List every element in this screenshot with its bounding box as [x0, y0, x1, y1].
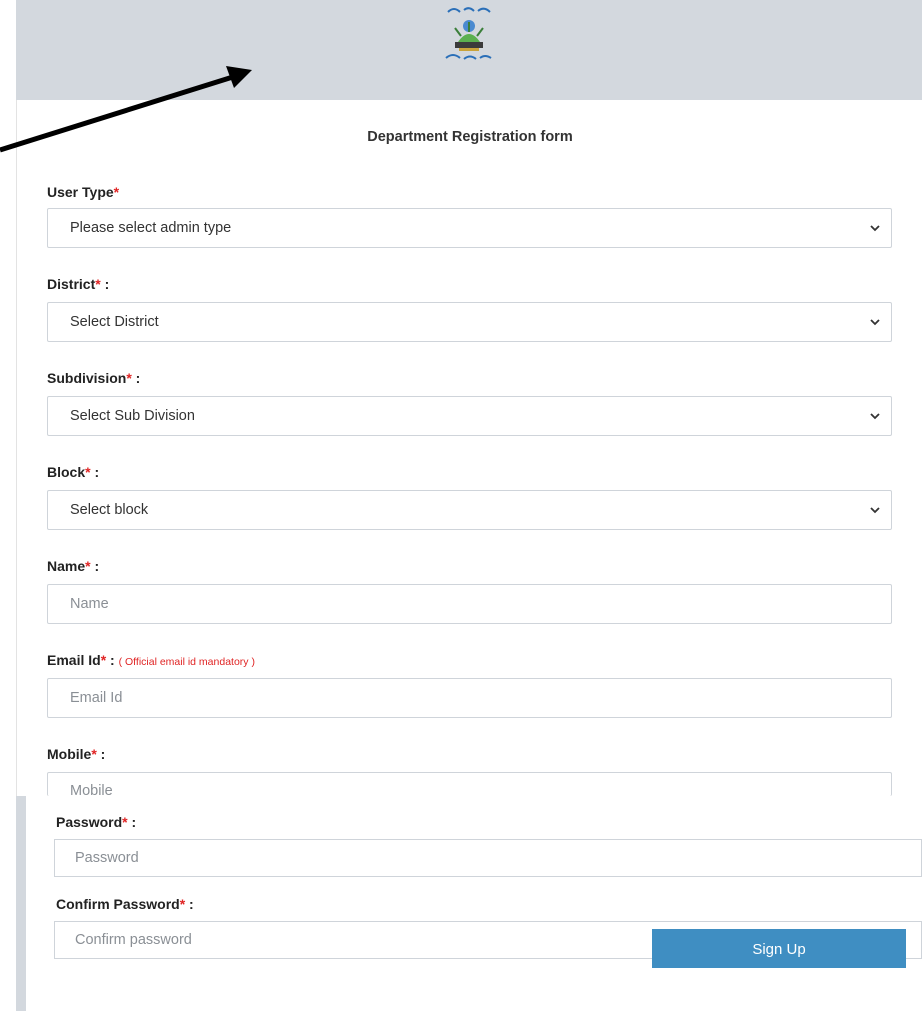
mobile-label: Mobile* : [47, 746, 105, 762]
chevron-down-icon [870, 225, 880, 232]
mobile-input-placeholder: Mobile [70, 783, 113, 796]
email-label: Email Id* : ( Official email id mandator… [47, 652, 255, 668]
block-label: Block* : [47, 464, 99, 480]
label-colon: : [185, 896, 194, 912]
district-select-value: Select District [70, 314, 159, 330]
confirm-password-label-text: Confirm Password [56, 896, 180, 912]
user-type-select[interactable]: Please select admin type [47, 208, 892, 248]
password-label-text: Password [56, 814, 123, 830]
password-input-placeholder: Password [75, 850, 139, 866]
name-input-placeholder: Name [70, 596, 109, 612]
confirm-password-input-placeholder: Confirm password [75, 932, 192, 948]
email-input-placeholder: Email Id [70, 690, 123, 706]
password-input[interactable]: Password [54, 839, 922, 877]
side-strip [16, 796, 26, 1011]
label-colon: : [90, 464, 100, 480]
required-mark: * [113, 184, 120, 200]
block-label-text: Block [47, 464, 86, 480]
sign-up-button[interactable]: Sign Up [652, 929, 906, 968]
label-colon: : [96, 746, 106, 762]
name-label-text: Name [47, 558, 86, 574]
user-type-select-value: Please select admin type [70, 220, 232, 236]
email-input[interactable]: Email Id [47, 678, 892, 718]
district-label-text: District [47, 276, 96, 292]
label-colon: : [127, 814, 137, 830]
name-label: Name* : [47, 558, 99, 574]
subdivision-select[interactable]: Select Sub Division [47, 396, 892, 436]
user-type-label-text: User Type [47, 184, 114, 200]
label-colon: : [100, 276, 110, 292]
emblem-logo [445, 7, 492, 60]
chevron-down-icon [870, 507, 880, 514]
email-label-text: Email Id [47, 652, 101, 668]
password-label: Password* : [56, 814, 136, 830]
user-type-label: User Type* [47, 184, 119, 200]
chevron-down-icon [870, 319, 880, 326]
subdivision-label-text: Subdivision [47, 370, 127, 386]
label-colon: : [131, 370, 141, 386]
lower-form-section: Password* : Password Confirm Password* :… [16, 796, 922, 1011]
mobile-label-text: Mobile [47, 746, 92, 762]
mobile-input[interactable]: Mobile [47, 772, 892, 796]
label-colon: : [106, 652, 115, 668]
subdivision-select-value: Select Sub Division [70, 408, 195, 424]
email-mandatory-note: ( Official email id mandatory ) [118, 656, 255, 668]
name-input[interactable]: Name [47, 584, 892, 624]
district-select[interactable]: Select District [47, 302, 892, 342]
block-select[interactable]: Select block [47, 490, 892, 530]
chevron-down-icon [870, 413, 880, 420]
registration-form-panel: Department Registration form User Type* … [16, 100, 922, 796]
label-colon: : [90, 558, 100, 574]
block-select-value: Select block [70, 502, 149, 518]
form-title: Department Registration form [367, 129, 573, 145]
confirm-password-label: Confirm Password* : [56, 896, 194, 912]
district-label: District* : [47, 276, 109, 292]
subdivision-label: Subdivision* : [47, 370, 140, 386]
